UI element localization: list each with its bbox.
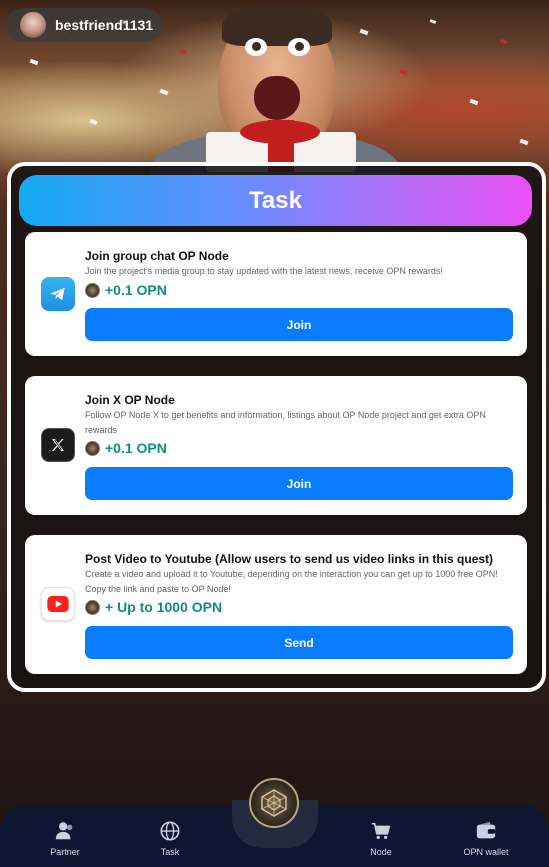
user-profile-chip[interactable]: bestfriend1131 (6, 8, 162, 42)
task-card-youtube: Post Video to Youtube (Allow users to se… (25, 535, 527, 674)
op-node-logo-button[interactable] (249, 778, 299, 828)
task-title: Join group chat OP Node (85, 249, 229, 263)
wallet-icon (476, 821, 496, 839)
opn-coin-icon (85, 282, 100, 298)
nav-item-partner[interactable]: Partner (25, 820, 105, 857)
task-description: Join the project's media group to stay u… (85, 266, 443, 276)
task-reward: +0.1 OPN (85, 440, 167, 456)
nav-item-task[interactable]: Task (130, 820, 210, 857)
username: bestfriend1131 (55, 17, 154, 33)
task-card-x: Join X OP Node Follow OP Node X to get b… (25, 376, 527, 515)
task-description: Create a video and upload it to Youtube,… (85, 569, 498, 594)
op-node-logo-icon (261, 789, 287, 817)
partner-icon (55, 822, 73, 840)
task-description: Follow OP Node X to get benefits and inf… (85, 410, 486, 435)
telegram-icon (41, 277, 75, 311)
nav-item-opn-wallet[interactable]: OPN wallet (446, 820, 526, 857)
task-reward: +0.1 OPN (85, 282, 167, 298)
task-card-telegram: Join group chat OP Node Join the project… (25, 232, 527, 356)
nav-item-node[interactable]: Node (341, 820, 421, 857)
task-reward: + Up to 1000 OPN (85, 599, 222, 615)
join-telegram-button[interactable]: Join (85, 308, 513, 341)
youtube-icon (41, 587, 75, 621)
task-header: Task (19, 175, 532, 226)
join-x-button[interactable]: Join (85, 467, 513, 500)
x-logo-icon (41, 428, 75, 462)
cart-icon (371, 822, 391, 840)
globe-icon (160, 821, 180, 841)
task-title: Join X OP Node (85, 393, 175, 407)
task-title: Post Video to Youtube (Allow users to se… (85, 552, 494, 566)
opn-coin-icon (85, 440, 100, 456)
page-title: Task (249, 186, 302, 214)
send-video-button[interactable]: Send (85, 626, 513, 659)
avatar (20, 12, 46, 38)
opn-coin-icon (85, 599, 100, 615)
